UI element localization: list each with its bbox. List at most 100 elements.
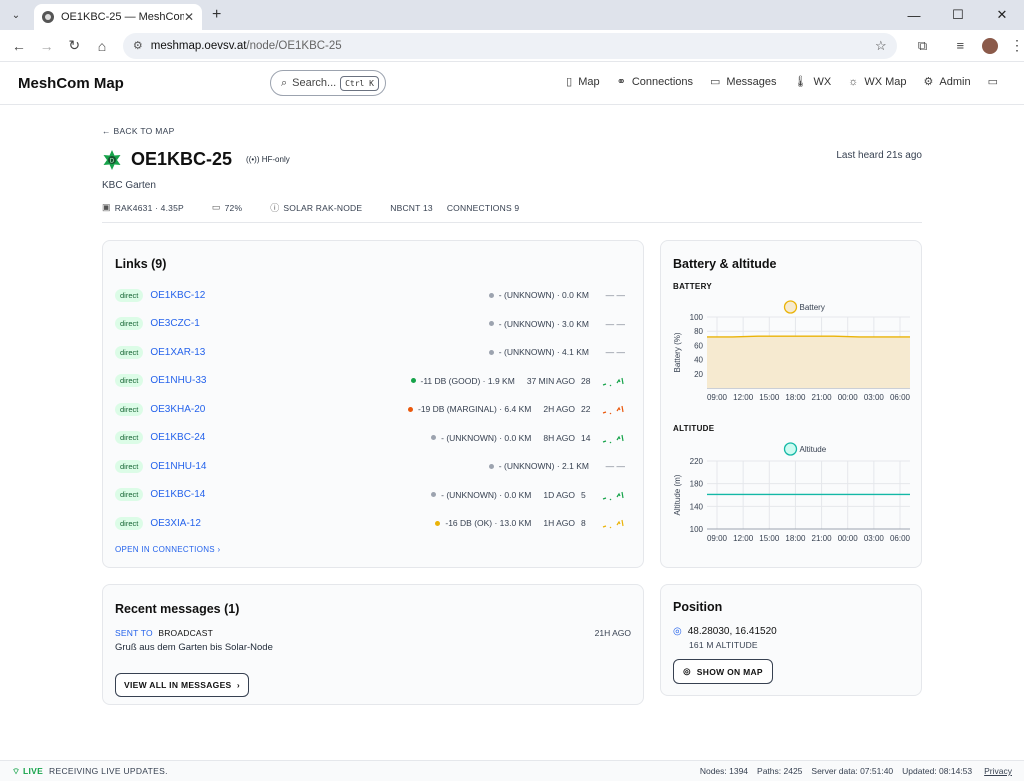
maximize-button[interactable]: ☐ bbox=[936, 0, 980, 30]
x-tick-label: 00:00 bbox=[838, 393, 859, 402]
y-tick-label: 220 bbox=[690, 457, 704, 466]
browser-tab[interactable]: OE1KBC-25 — MeshCom Map ✕ bbox=[34, 4, 202, 30]
link-signal: -11 DB (GOOD) · 1.9 KM bbox=[420, 375, 515, 386]
link-ago: 37 MIN AGO bbox=[526, 375, 575, 386]
link-callsign[interactable]: OE1NHU-33 bbox=[150, 375, 206, 386]
chevron-right-icon: › bbox=[236, 680, 240, 690]
link-row[interactable]: direct OE3CZC-1 - (UNKNOWN) · 3.0 KM — — bbox=[115, 316, 625, 332]
nav-admin[interactable]: ⚙ Admin bbox=[924, 75, 971, 89]
battery-icon: ▭ bbox=[211, 202, 221, 212]
link-callsign[interactable]: OE1NHU-14 bbox=[150, 461, 206, 472]
hf-only-badge: ((•)) HF-only bbox=[246, 155, 290, 164]
link-sparkline bbox=[602, 405, 624, 415]
media-icon[interactable]: ≡ bbox=[948, 38, 972, 53]
y-tick-label: 100 bbox=[690, 313, 704, 322]
minimize-button[interactable]: — bbox=[892, 0, 936, 30]
node-subtitle: KBC Garten bbox=[102, 180, 156, 191]
link-ago: 8H AGO bbox=[543, 432, 575, 443]
x-tick-label: 12:00 bbox=[733, 534, 754, 543]
link-row[interactable]: direct OE1KBC-14 - (UNKNOWN) · 0.0 KM 1D AG… bbox=[115, 487, 625, 503]
signal-dot bbox=[488, 349, 494, 355]
link-sparkline bbox=[602, 519, 624, 529]
weather-icon: ☼ bbox=[848, 75, 859, 88]
link-signal: - (UNKNOWN) · 2.1 KM bbox=[498, 461, 589, 471]
link-callsign[interactable]: OE1KBC-14 bbox=[150, 489, 205, 500]
link-callsign[interactable]: OE3CZC-1 bbox=[150, 318, 199, 329]
close-tab-icon[interactable]: ✕ bbox=[184, 10, 194, 24]
link-signal: -16 DB (OK) · 13.0 KM bbox=[445, 518, 532, 528]
messages-title: Recent messages (1) bbox=[115, 602, 240, 616]
links-title: Links (9) bbox=[115, 257, 167, 271]
nav-messages[interactable]: ▭ Messages bbox=[710, 75, 777, 89]
nav-map[interactable]: ▯ Map bbox=[566, 75, 599, 89]
wifi-icon: ⌔ bbox=[12, 765, 23, 776]
forward-arrow-icon[interactable]: → bbox=[34, 38, 60, 54]
show-on-map-button[interactable]: ◎ SHOW ON MAP bbox=[673, 659, 773, 684]
link-type-chip: direct bbox=[115, 488, 144, 501]
last-heard: Last heard 21s ago bbox=[836, 150, 922, 161]
site-settings-icon[interactable]: ⚙ bbox=[133, 39, 143, 52]
browser-tab-strip: ⌄ OE1KBC-25 — MeshCom Map ✕ + — ☐ ✕ bbox=[0, 0, 1024, 30]
battery-altitude-title: Battery & altitude bbox=[673, 257, 777, 271]
open-in-connections-link[interactable]: OPEN IN CONNECTIONS › bbox=[115, 545, 220, 554]
link-row[interactable]: direct OE3KHA-20 -19 DB (MARGINAL) · 6.4 K… bbox=[115, 401, 625, 417]
map-pin-icon: ◎ bbox=[673, 626, 682, 637]
back-arrow-icon[interactable]: ← bbox=[6, 38, 32, 54]
link-callsign[interactable]: OE1KBC-12 bbox=[150, 290, 205, 301]
browser-toolbar: ← → ↻ ⌂ ⚙ meshmap.oevsv.at/node/OE1KBC-2… bbox=[0, 30, 1024, 62]
chevron-right-icon: › bbox=[217, 545, 221, 554]
updated-time: Updated: 08:14:53 bbox=[902, 766, 973, 776]
y-axis-label: Battery (%) bbox=[673, 332, 682, 372]
battery-meta: ▭ 72% bbox=[211, 202, 243, 213]
brand-logo[interactable]: MeshCom Map bbox=[18, 75, 124, 92]
search-input[interactable]: ⌕ Search... Ctrl K bbox=[270, 70, 386, 96]
view-all-messages-button[interactable]: VIEW ALL IN MESSAGES › bbox=[115, 673, 249, 697]
bookmark-star-icon[interactable]: ☆ bbox=[875, 38, 887, 54]
link-callsign[interactable]: OE1XAR-13 bbox=[150, 347, 205, 358]
sent-to-label: SENT TO bbox=[115, 628, 153, 638]
y-tick-label: 140 bbox=[690, 502, 704, 511]
privacy-link[interactable]: Privacy bbox=[984, 766, 1012, 776]
link-row[interactable]: direct OE1NHU-33 -11 DB (GOOD) · 1.9 KM 37 … bbox=[115, 373, 625, 389]
nav-wx[interactable]: 🌡 WX bbox=[793, 75, 832, 89]
link-callsign[interactable]: OE3XIA-12 bbox=[150, 518, 201, 529]
link-details: - (UNKNOWN) · 4.1 KM — — bbox=[488, 347, 625, 357]
link-row[interactable]: direct OE1KBC-24 - (UNKNOWN) · 0.0 KM 8H AG… bbox=[115, 430, 625, 446]
message-time: 21H AGO bbox=[594, 628, 631, 638]
link-count: 8 bbox=[581, 518, 586, 528]
message-icon: ▭ bbox=[710, 76, 721, 88]
profile-avatar[interactable] bbox=[982, 37, 998, 54]
tab-search-button[interactable]: ⌄ bbox=[6, 5, 26, 25]
signal-dot bbox=[488, 321, 494, 326]
link-details: -16 DB (OK) · 13.0 KM 1H AGO 8 bbox=[435, 516, 625, 530]
reload-icon[interactable]: ↻ bbox=[61, 37, 87, 54]
link-row[interactable]: direct OE1NHU-14 - (UNKNOWN) · 2.1 KM — — bbox=[115, 458, 625, 474]
nav-wx-map[interactable]: ☼ WX Map bbox=[848, 75, 906, 88]
back-to-map-link[interactable]: ← BACK TO MAP bbox=[102, 126, 175, 136]
new-tab-button[interactable]: + bbox=[212, 6, 221, 24]
nbcnt-meta: NBCNT 13 bbox=[390, 202, 433, 213]
address-bar[interactable]: ⚙ meshmap.oevsv.at/node/OE1KBC-25 ☆ bbox=[122, 32, 897, 59]
link-callsign[interactable]: OE1KBC-24 bbox=[150, 432, 205, 443]
link-row[interactable]: direct OE1XAR-13 - (UNKNOWN) · 4.1 KM — — bbox=[115, 344, 625, 360]
x-tick-label: 21:00 bbox=[812, 393, 833, 402]
link-ago: 1H AGO bbox=[543, 518, 575, 528]
url-host: meshmap.oevsv.at bbox=[150, 39, 247, 52]
search-icon: ⌕ bbox=[281, 76, 288, 89]
arrow-left-icon: ← bbox=[102, 126, 114, 136]
link-signal: - (UNKNOWN) · 0.0 KM bbox=[441, 489, 532, 500]
svg-text:D: D bbox=[110, 158, 115, 164]
nav-connections[interactable]: ⚭ Connections bbox=[617, 75, 693, 89]
y-tick-label: 40 bbox=[694, 356, 703, 365]
signal-dot bbox=[488, 292, 494, 298]
close-window-button[interactable]: ✕ bbox=[980, 0, 1024, 30]
thermometer-icon: 🌡 bbox=[793, 76, 808, 88]
home-icon[interactable]: ⌂ bbox=[89, 38, 115, 54]
theme-toggle[interactable]: ▭ bbox=[988, 75, 998, 88]
link-row[interactable]: direct OE1KBC-12 - (UNKNOWN) · 0.0 KM — — bbox=[115, 287, 625, 303]
link-ago: 2H AGO bbox=[543, 404, 575, 414]
link-row[interactable]: direct OE3XIA-12 -16 DB (OK) · 13.0 KM 1H A… bbox=[115, 515, 625, 531]
extensions-icon[interactable]: ⧉ bbox=[911, 38, 935, 54]
browser-menu-icon[interactable]: ⋮ bbox=[1010, 37, 1024, 54]
link-callsign[interactable]: OE3KHA-20 bbox=[150, 404, 205, 415]
